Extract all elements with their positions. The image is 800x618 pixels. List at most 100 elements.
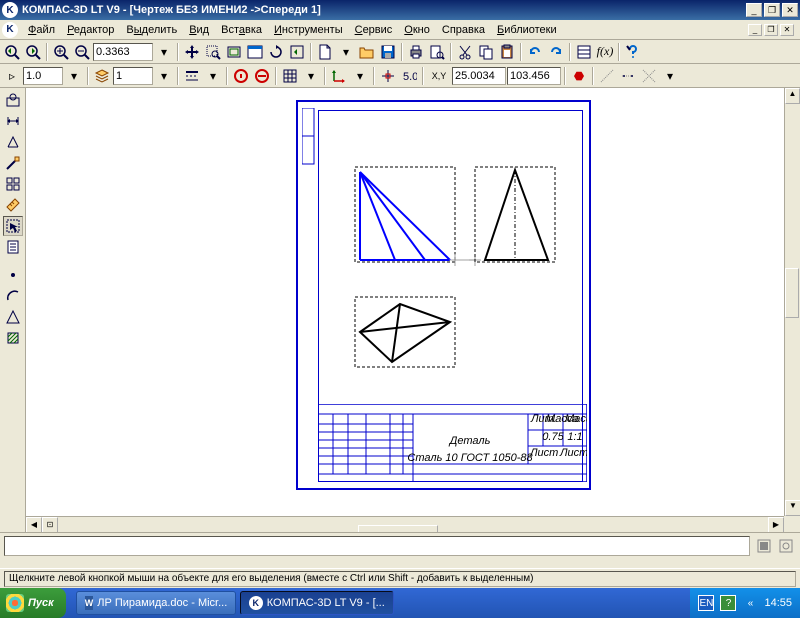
spec-tool-icon[interactable] xyxy=(3,237,23,257)
cut-icon[interactable] xyxy=(455,42,475,62)
coord-x-input[interactable] xyxy=(452,67,506,85)
prop-help-icon[interactable] xyxy=(776,536,796,556)
print-icon[interactable] xyxy=(406,42,426,62)
round-icon[interactable]: 5.0 xyxy=(399,66,419,86)
scale-dropdown-icon[interactable]: ▾ xyxy=(64,66,84,86)
coord-y-input[interactable] xyxy=(507,67,561,85)
property-input[interactable] xyxy=(4,536,750,556)
menubar: K Файл Редактор Выделить Вид Вставка Инс… xyxy=(0,20,800,40)
scale-icon[interactable]: ▹ xyxy=(2,66,22,86)
new-icon[interactable] xyxy=(315,42,335,62)
params-tool-icon[interactable] xyxy=(3,174,23,194)
zoom-input[interactable] xyxy=(93,43,153,61)
properties-icon[interactable] xyxy=(574,42,594,62)
zoom-fit-icon[interactable] xyxy=(224,42,244,62)
taskbar-item-kompas[interactable]: K КОМПАС-3D LT V9 - [... xyxy=(240,591,394,615)
mdi-restore-button[interactable]: ❐ xyxy=(764,24,778,36)
title-block: Деталь Сталь 10 ГОСТ 1050-88 Лит. Масса … xyxy=(318,404,587,482)
tray-help-icon[interactable]: ? xyxy=(720,595,736,611)
snap-mid-icon[interactable] xyxy=(252,66,272,86)
snap-end-icon[interactable] xyxy=(231,66,251,86)
menu-view[interactable]: Вид xyxy=(183,22,215,38)
redraw-icon[interactable] xyxy=(287,42,307,62)
line-style-icon[interactable] xyxy=(182,66,202,86)
menu-libraries[interactable]: Библиотеки xyxy=(491,22,563,38)
symbols-tool-icon[interactable] xyxy=(3,132,23,152)
close-button[interactable]: ✕ xyxy=(782,3,798,17)
tray-chevron-icon[interactable]: « xyxy=(742,595,758,611)
rotate-icon[interactable] xyxy=(266,42,286,62)
arc-tool-icon[interactable] xyxy=(3,286,23,306)
ortho-icon[interactable] xyxy=(378,66,398,86)
dimension-tool-icon[interactable] xyxy=(3,111,23,131)
aux-dropdown-icon[interactable]: ▾ xyxy=(660,66,680,86)
line-dropdown-icon[interactable]: ▾ xyxy=(203,66,223,86)
restore-button[interactable]: ❐ xyxy=(764,3,780,17)
redo-icon[interactable] xyxy=(546,42,566,62)
scale-input[interactable] xyxy=(23,67,63,85)
layer-input[interactable] xyxy=(113,67,153,85)
point-tool-icon[interactable] xyxy=(3,265,23,285)
zoom-next-icon[interactable] xyxy=(23,42,43,62)
menu-help[interactable]: Справка xyxy=(436,22,491,38)
paste-icon[interactable] xyxy=(497,42,517,62)
aux-line3-icon[interactable] xyxy=(639,66,659,86)
select-tool-icon[interactable] xyxy=(3,216,23,236)
grid-icon[interactable] xyxy=(280,66,300,86)
menu-file[interactable]: Файл xyxy=(22,22,61,38)
undo-icon[interactable] xyxy=(525,42,545,62)
toolbar-view: ▾ ▾ f(x) xyxy=(0,40,800,64)
menu-edit[interactable]: Редактор xyxy=(61,22,120,38)
menu-insert[interactable]: Вставка xyxy=(215,22,268,38)
geometry-tool-icon[interactable] xyxy=(3,90,23,110)
aux-line2-icon[interactable] xyxy=(618,66,638,86)
doc-icon[interactable]: K xyxy=(2,22,18,38)
lang-indicator[interactable]: EN xyxy=(698,595,714,611)
preview-icon[interactable] xyxy=(427,42,447,62)
menu-tools[interactable]: Инструменты xyxy=(268,22,349,38)
xy-label-icon: X,Y xyxy=(427,66,451,86)
menu-service[interactable]: Сервис xyxy=(349,22,399,38)
vertical-scrollbar[interactable]: ▲ ▼ xyxy=(784,88,800,516)
variables-icon[interactable]: f(x) xyxy=(595,42,615,62)
system-tray[interactable]: EN ? « 14:55 xyxy=(690,588,800,618)
minimize-button[interactable]: _ xyxy=(746,3,762,17)
zoom-all-icon[interactable] xyxy=(245,42,265,62)
stop-icon[interactable]: ⬣ xyxy=(569,66,589,86)
copy-icon[interactable] xyxy=(476,42,496,62)
zoom-in-icon[interactable] xyxy=(51,42,71,62)
menu-window[interactable]: Окно xyxy=(398,22,436,38)
layer-dropdown-icon[interactable]: ▾ xyxy=(154,66,174,86)
zoom-window-icon[interactable] xyxy=(203,42,223,62)
new-dropdown-icon[interactable]: ▾ xyxy=(336,42,356,62)
open-icon[interactable] xyxy=(357,42,377,62)
local-cs-icon[interactable] xyxy=(329,66,349,86)
zoom-dropdown-icon[interactable]: ▾ xyxy=(154,42,174,62)
hatch-tool-icon[interactable] xyxy=(3,328,23,348)
menu-select[interactable]: Выделить xyxy=(120,22,183,38)
layers-icon[interactable] xyxy=(92,66,112,86)
mdi-controls: _ ❐ ✕ xyxy=(748,24,794,36)
grid-dropdown-icon[interactable]: ▾ xyxy=(301,66,321,86)
zoom-out-icon[interactable] xyxy=(72,42,92,62)
canvas[interactable]: Деталь Сталь 10 ГОСТ 1050-88 Лит. Масса … xyxy=(26,88,800,532)
save-icon[interactable] xyxy=(378,42,398,62)
line-tool-icon[interactable] xyxy=(3,307,23,327)
status-text: Щелкните левой кнопкой мыши на объекте д… xyxy=(4,571,796,587)
start-button[interactable]: Пуск xyxy=(0,588,66,618)
pan-icon[interactable] xyxy=(182,42,202,62)
mdi-close-button[interactable]: ✕ xyxy=(780,24,794,36)
window-controls: _ ❐ ✕ xyxy=(746,3,798,17)
zoom-previous-icon[interactable] xyxy=(2,42,22,62)
prop-apply-icon[interactable] xyxy=(754,536,774,556)
clock[interactable]: 14:55 xyxy=(764,597,792,609)
edit-tool-icon[interactable] xyxy=(3,153,23,173)
help-icon[interactable] xyxy=(623,42,643,62)
cs-dropdown-icon[interactable]: ▾ xyxy=(350,66,370,86)
horizontal-scrollbar[interactable]: ◀ ⊡ ▶ xyxy=(26,516,784,532)
drawing-sheet: Деталь Сталь 10 ГОСТ 1050-88 Лит. Масса … xyxy=(296,100,591,490)
mdi-minimize-button[interactable]: _ xyxy=(748,24,762,36)
taskbar-item-word[interactable]: W ЛР Пирамида.doc - Micr... xyxy=(76,591,236,615)
measure-tool-icon[interactable] xyxy=(3,195,23,215)
aux-line1-icon[interactable] xyxy=(597,66,617,86)
